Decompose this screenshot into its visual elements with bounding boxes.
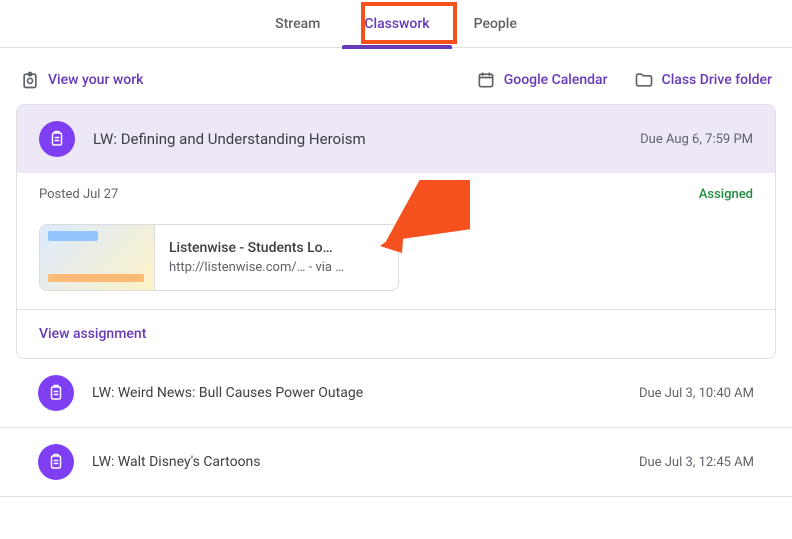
assignment-header[interactable]: LW: Defining and Understanding Heroism D… <box>17 105 775 173</box>
attachment-subtitle: http://listenwise.com/… - via … <box>169 260 344 275</box>
google-calendar-label: Google Calendar <box>504 72 608 88</box>
folder-icon <box>634 70 654 90</box>
assignment-row-due: Due Jul 3, 10:40 AM <box>639 386 754 401</box>
assignment-row-title: LW: Walt Disney's Cartoons <box>92 454 621 470</box>
attachment-title: Listenwise - Students Lo… <box>169 240 344 256</box>
class-drive-folder-link[interactable]: Class Drive folder <box>634 70 772 90</box>
assignment-icon <box>38 375 74 411</box>
calendar-icon <box>476 70 496 90</box>
assignment-status: Assigned <box>699 187 753 202</box>
tab-bar: Stream Classwork People <box>0 0 792 48</box>
assignment-card-expanded: LW: Defining and Understanding Heroism D… <box>16 104 776 359</box>
view-your-work-label: View your work <box>48 72 143 88</box>
tab-stream[interactable]: Stream <box>253 0 342 48</box>
assignment-body: Posted Jul 27 Assigned Listenwise - Stud… <box>17 173 775 309</box>
assignment-icon <box>38 444 74 480</box>
assignment-row[interactable]: LW: Walt Disney's Cartoons Due Jul 3, 12… <box>0 428 792 497</box>
attachment-thumbnail <box>40 225 155 290</box>
assignment-row[interactable]: LW: Weird News: Bull Causes Power Outage… <box>0 359 792 428</box>
tab-people[interactable]: People <box>452 0 539 48</box>
tab-classwork[interactable]: Classwork <box>342 0 451 48</box>
google-calendar-link[interactable]: Google Calendar <box>476 70 608 90</box>
assignment-row-title: LW: Weird News: Bull Causes Power Outage <box>92 385 621 401</box>
assignment-title: LW: Defining and Understanding Heroism <box>93 130 622 148</box>
badge-icon <box>20 70 40 90</box>
assignment-due: Due Aug 6, 7:59 PM <box>640 132 753 147</box>
class-drive-folder-label: Class Drive folder <box>662 72 772 88</box>
assignment-icon <box>39 121 75 157</box>
posted-date: Posted Jul 27 <box>39 187 118 202</box>
view-your-work-link[interactable]: View your work <box>20 70 143 90</box>
action-bar: View your work Google Calendar Class Dri… <box>0 48 792 104</box>
assignment-row-due: Due Jul 3, 12:45 AM <box>639 455 754 470</box>
view-assignment-link[interactable]: View assignment <box>39 326 146 342</box>
assignment-footer: View assignment <box>17 309 775 358</box>
attachment-link[interactable]: Listenwise - Students Lo… http://listenw… <box>39 224 399 291</box>
